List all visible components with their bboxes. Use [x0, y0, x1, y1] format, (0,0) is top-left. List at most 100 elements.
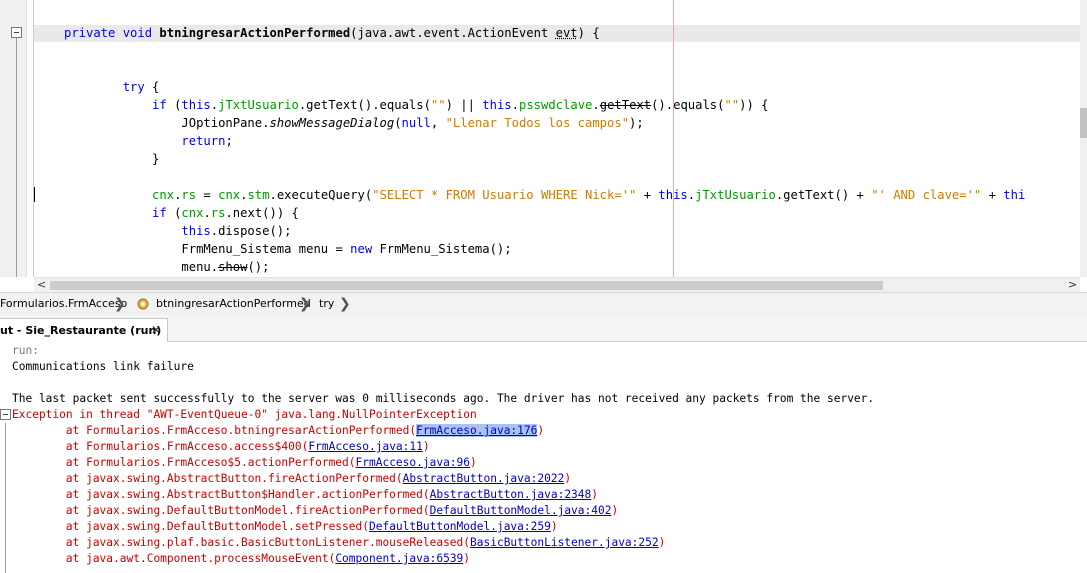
close-icon[interactable]: ✕	[151, 319, 161, 342]
code-token: jTxtUsuario	[218, 98, 299, 112]
code-token: (	[166, 206, 182, 220]
code-token: this	[658, 188, 688, 202]
code-token: this	[181, 98, 211, 112]
code-token: +	[981, 188, 1004, 202]
code-line[interactable]: private void btningresarActionPerformed(…	[64, 24, 600, 42]
output-line-text: at javax.swing.AbstractButton$Handler.ac…	[12, 488, 430, 501]
stack-trace-link[interactable]: BasicButtonListener.java:252	[470, 536, 659, 549]
code-token: FrmMenu_Sistema();	[372, 242, 512, 256]
close-paren: )	[470, 456, 477, 469]
code-token: private void	[64, 26, 160, 40]
stack-trace-line: at Formularios.FrmAcceso$5.actionPerform…	[12, 455, 477, 471]
fold-collapse-icon[interactable]	[0, 409, 11, 420]
output-line-text: at javax.swing.plaf.basic.BasicButtonLis…	[12, 536, 471, 549]
code-token: (java.awt.event.ActionEvent	[350, 26, 556, 40]
code-token: .	[511, 98, 519, 112]
stack-trace-link[interactable]: DefaultButtonModel.java:259	[369, 520, 551, 533]
code-editor[interactable]: private void btningresarActionPerformed(…	[0, 0, 1087, 292]
output-line-text: run:	[12, 344, 39, 357]
code-line[interactable]: cnx.rs = cnx.stm.executeQuery("SELECT * …	[64, 186, 1025, 204]
code-line[interactable]: if (cnx.rs.next()) {	[64, 204, 299, 222]
code-token: btningresarActionPerformed	[159, 26, 351, 40]
code-token: =	[196, 188, 219, 202]
stack-trace-line: at javax.swing.DefaultButtonModel.fireAc…	[12, 503, 618, 519]
code-token: thi	[1003, 188, 1026, 202]
stack-trace-link[interactable]: FrmAcceso.java:176	[416, 424, 538, 437]
code-token: new	[350, 242, 373, 256]
stack-trace-line: at javax.swing.AbstractButton$Handler.ac…	[12, 487, 598, 503]
code-token: null	[401, 116, 431, 130]
breadcrumb-item-try[interactable]: try	[319, 293, 334, 315]
stack-trace-link[interactable]: Component.java:6539	[335, 552, 463, 565]
stack-trace-line: at javax.swing.DefaultButtonModel.setPre…	[12, 519, 558, 535]
stack-trace-link[interactable]: FrmAcceso.java:96	[356, 456, 471, 469]
output-line-text: at javax.swing.DefaultButtonModel.fireAc…	[12, 504, 430, 517]
code-token: ) {	[577, 26, 600, 40]
breadcrumb-separator-icon: ❯	[299, 296, 311, 312]
code-line[interactable]: return;	[64, 132, 232, 150]
output-tab-strip: ut - Sie_Restaurante (run) ✕	[0, 315, 1087, 342]
code-line[interactable]: try {	[64, 78, 160, 96]
code-token: return	[64, 134, 226, 148]
stack-trace-link[interactable]: FrmAcceso.java:11	[308, 440, 423, 453]
code-token: .next()) {	[225, 206, 299, 220]
code-line[interactable]: FrmMenu_Sistema menu = new FrmMenu_Siste…	[64, 240, 512, 258]
scroll-left-arrow-icon[interactable]: <	[37, 278, 49, 292]
horizontal-scrollbar[interactable]	[34, 277, 1080, 292]
output-line: The last packet sent successfully to the…	[12, 391, 874, 407]
breadcrumb-item-method[interactable]: btningresarActionPerformed	[156, 293, 311, 315]
code-token: );	[629, 116, 644, 130]
code-token: (	[394, 116, 402, 130]
stack-trace-line: at Formularios.FrmAcceso.btningresarActi…	[12, 423, 544, 439]
code-token: "' AND clave='"	[871, 188, 982, 202]
tab-output[interactable]: ut - Sie_Restaurante (run) ✕	[0, 318, 168, 342]
stack-trace-link[interactable]: AbstractButton.java:2348	[430, 488, 592, 501]
output-line-text: Exception in thread "AWT-EventQueue-0" j…	[12, 408, 477, 421]
close-paren: )	[611, 504, 619, 517]
close-paren: )	[463, 552, 471, 565]
code-token: )) {	[739, 98, 769, 112]
code-line[interactable]: this.dispose();	[64, 222, 291, 240]
code-token: try	[64, 80, 145, 94]
code-token: JOptionPane.	[64, 116, 270, 130]
output-line-text: at Formularios.FrmAcceso.access$400(	[12, 440, 309, 453]
stack-trace-link[interactable]: AbstractButton.java:2022	[403, 472, 565, 485]
output-console[interactable]: run: Communications link failure The last …	[0, 342, 1087, 573]
code-token: .executeQuery(	[269, 188, 373, 202]
stack-trace-line: at java.awt.Component.processMouseEvent(…	[12, 551, 470, 567]
code-line[interactable]: JOptionPane.showMessageDialog(null, "Lle…	[64, 114, 644, 132]
close-paren: )	[422, 440, 430, 453]
fold-collapse-icon[interactable]	[11, 27, 22, 38]
code-token: (	[166, 98, 182, 112]
code-token: this	[64, 224, 211, 238]
code-line[interactable]: if (this.jTxtUsuario.getText().equals(""…	[64, 96, 769, 114]
code-token: if	[64, 98, 167, 112]
code-line[interactable]: menu.show();	[64, 258, 269, 276]
code-token: evt	[555, 26, 578, 40]
code-token: .	[687, 188, 696, 202]
code-token: rs	[181, 188, 197, 202]
output-line-text: at javax.swing.DefaultButtonModel.setPre…	[12, 520, 369, 533]
fold-guide-line	[16, 38, 17, 277]
code-token: stm	[247, 188, 270, 202]
breadcrumb: Formularios.FrmAcceso ❯ btningresarActio…	[0, 292, 1087, 316]
stack-trace-line: Exception in thread "AWT-EventQueue-0" j…	[12, 407, 477, 423]
method-icon	[137, 298, 149, 310]
code-token: ();	[247, 260, 270, 274]
horizontal-scroll-thumb[interactable]	[50, 281, 883, 290]
output-line-text: at Formularios.FrmAcceso$5.actionPerform…	[12, 456, 356, 469]
code-line[interactable]: }	[64, 150, 159, 168]
code-token: .	[592, 98, 600, 112]
tab-output-label: ut - Sie_Restaurante (run)	[0, 324, 162, 337]
breadcrumb-item-class[interactable]: Formularios.FrmAcceso	[0, 293, 127, 315]
scroll-right-arrow-icon[interactable]: >	[1068, 278, 1080, 292]
vertical-scroll-thumb[interactable]	[1080, 108, 1087, 138]
code-token: "SELECT * FROM Usuario WHERE Nick='"	[372, 188, 637, 202]
code-area[interactable]: private void btningresarActionPerformed(…	[34, 0, 1080, 277]
code-token: menu.	[64, 260, 219, 274]
code-token: FrmMenu_Sistema menu =	[64, 242, 351, 256]
stack-trace-link[interactable]: DefaultButtonModel.java:402	[430, 504, 612, 517]
fold-guide-line	[5, 423, 6, 573]
code-token: +	[636, 188, 659, 202]
vertical-scrollbar[interactable]	[1080, 0, 1087, 277]
